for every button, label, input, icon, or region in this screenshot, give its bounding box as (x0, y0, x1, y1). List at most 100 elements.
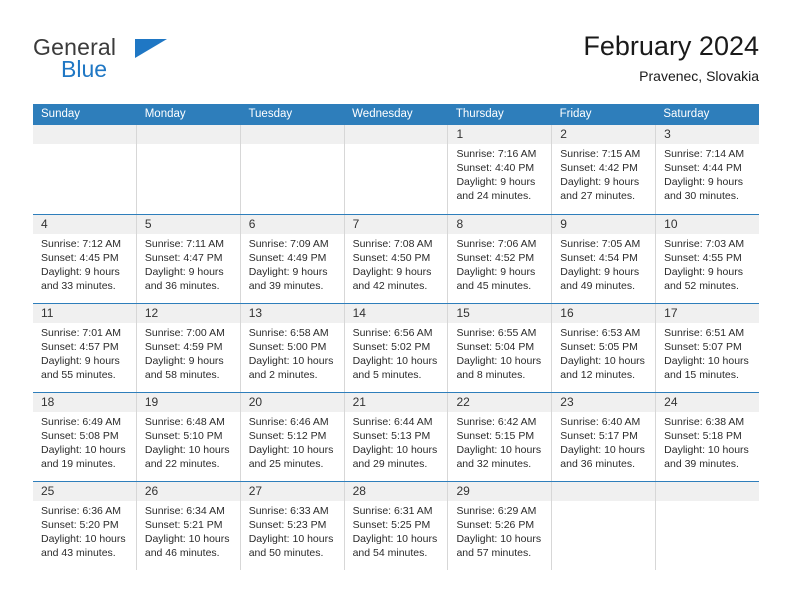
day-info: Sunrise: 6:51 AM Sunset: 5:07 PM Daylight:… (656, 323, 759, 382)
daylight-text-line1: Daylight: 10 hours (664, 444, 749, 456)
sunset-text: Sunset: 4:42 PM (560, 162, 638, 174)
weekday-header-wednesday: Wednesday (352, 108, 413, 120)
day-cell-28[interactable]: 28 Sunrise: 6:31 AM Sunset: 5:25 PM Dayligh… (344, 482, 449, 570)
sunset-text: Sunset: 4:40 PM (456, 162, 535, 174)
day-cell-27[interactable]: 27 Sunrise: 6:33 AM Sunset: 5:23 PM Dayligh… (240, 482, 345, 570)
day-cell-13[interactable]: 13 Sunrise: 6:58 AM Sunset: 5:00 PM Dayligh… (240, 304, 345, 392)
day-cell-15[interactable]: 15 Sunrise: 6:55 AM Sunset: 5:04 PM Dayligh… (448, 304, 553, 392)
sunset-text: Sunset: 5:20 PM (41, 519, 119, 531)
day-cell-8[interactable]: 8 Sunrise: 7:06 AM Sunset: 4:52 PM Daylight… (448, 215, 553, 303)
day-cell-12[interactable]: 12 Sunrise: 7:00 AM Sunset: 4:59 PM Dayligh… (136, 304, 241, 392)
daylight-text-line1: Daylight: 10 hours (352, 533, 438, 545)
daylight-text-line2: and 39 minutes. (664, 458, 739, 470)
daylight-text-line2: and 24 minutes. (456, 190, 532, 202)
day-number: 23 (560, 395, 574, 409)
daylight-text-line2: and 57 minutes. (456, 547, 532, 559)
daylight-text-line2: and 12 minutes. (560, 369, 636, 381)
day-cell-3[interactable]: 3 Sunrise: 7:14 AM Sunset: 4:44 PM Daylight… (656, 125, 760, 214)
day-number-band: 2 (552, 125, 656, 144)
day-number-band: 26 (136, 482, 240, 501)
day-cell-29[interactable]: 29 Sunrise: 6:29 AM Sunset: 5:26 PM Dayligh… (448, 482, 553, 570)
day-number-band: 23 (552, 393, 656, 412)
day-cell-empty (136, 125, 241, 214)
day-number-band: 22 (448, 393, 552, 412)
day-number: 21 (352, 395, 366, 409)
day-cell-1[interactable]: 1 Sunrise: 7:16 AM Sunset: 4:40 PM Daylight… (448, 125, 553, 214)
day-cell-25[interactable]: 25 Sunrise: 6:36 AM Sunset: 5:20 PM Dayligh… (33, 482, 137, 570)
day-number-band: 6 (240, 215, 344, 234)
day-number-band: 21 (344, 393, 448, 412)
daylight-text-line2: and 15 minutes. (664, 369, 739, 381)
day-cell-5[interactable]: 5 Sunrise: 7:11 AM Sunset: 4:47 PM Daylight… (136, 215, 241, 303)
sunrise-text: Sunrise: 7:06 AM (456, 238, 537, 250)
day-number: 5 (144, 217, 152, 231)
sunrise-text: Sunrise: 7:14 AM (664, 148, 745, 160)
day-cell-23[interactable]: 23 Sunrise: 6:40 AM Sunset: 5:17 PM Dayligh… (552, 393, 657, 481)
daylight-text-line1: Daylight: 9 hours (41, 355, 120, 367)
day-number: 10 (664, 217, 678, 231)
day-number-band: 27 (240, 482, 344, 501)
day-info: Sunrise: 6:56 AM Sunset: 5:02 PM Daylight:… (345, 323, 448, 382)
day-number: 4 (41, 217, 48, 231)
general-blue-logo[interactable]: General Blue (33, 34, 233, 90)
sunrise-text: Sunrise: 6:44 AM (352, 416, 433, 428)
day-cell-7[interactable]: 7 Sunrise: 7:08 AM Sunset: 4:50 PM Daylight… (344, 215, 449, 303)
day-cell-6[interactable]: 6 Sunrise: 7:09 AM Sunset: 4:49 PM Daylight… (240, 215, 345, 303)
day-info: Sunrise: 7:00 AM Sunset: 4:59 PM Daylight:… (137, 323, 240, 382)
daylight-text-line2: and 22 minutes. (144, 458, 220, 470)
sunrise-text: Sunrise: 6:31 AM (352, 505, 433, 517)
sunset-text: Sunset: 5:12 PM (248, 430, 327, 442)
day-cell-11[interactable]: 11 Sunrise: 7:01 AM Sunset: 4:57 PM Dayligh… (33, 304, 137, 392)
day-cell-16[interactable]: 16 Sunrise: 6:53 AM Sunset: 5:05 PM Dayligh… (552, 304, 657, 392)
day-info: Sunrise: 7:06 AM Sunset: 4:52 PM Daylight:… (448, 234, 551, 293)
daylight-text-line1: Daylight: 9 hours (248, 266, 328, 278)
day-cell-empty (240, 125, 345, 214)
sunrise-text: Sunrise: 7:00 AM (144, 327, 225, 339)
day-number-band (344, 125, 448, 144)
day-cell-2[interactable]: 2 Sunrise: 7:15 AM Sunset: 4:42 PM Daylight… (552, 125, 657, 214)
week-row: 1 Sunrise: 7:16 AM Sunset: 4:40 PM Daylight… (33, 125, 760, 214)
sunset-text: Sunset: 5:23 PM (248, 519, 327, 531)
day-cell-4[interactable]: 4 Sunrise: 7:12 AM Sunset: 4:45 PM Daylight… (33, 215, 137, 303)
daylight-text-line2: and 29 minutes. (352, 458, 428, 470)
day-cell-10[interactable]: 10 Sunrise: 7:03 AM Sunset: 4:55 PM Dayligh… (656, 215, 760, 303)
day-cell-19[interactable]: 19 Sunrise: 6:48 AM Sunset: 5:10 PM Dayligh… (136, 393, 241, 481)
daylight-text-line1: Daylight: 9 hours (664, 176, 743, 188)
day-number-band: 29 (448, 482, 552, 501)
day-cell-24[interactable]: 24 Sunrise: 6:38 AM Sunset: 5:18 PM Dayligh… (656, 393, 760, 481)
day-number: 12 (144, 306, 159, 320)
day-cell-20[interactable]: 20 Sunrise: 6:46 AM Sunset: 5:12 PM Dayligh… (240, 393, 345, 481)
daylight-text-line2: and 50 minutes. (248, 547, 324, 559)
daylight-text-line1: Daylight: 9 hours (144, 355, 224, 367)
day-number-band: 25 (33, 482, 136, 501)
day-number: 24 (664, 395, 678, 409)
daylight-text-line1: Daylight: 10 hours (560, 355, 645, 367)
sunset-text: Sunset: 5:18 PM (664, 430, 742, 442)
daylight-text-line2: and 2 minutes. (248, 369, 318, 381)
daylight-text-line1: Daylight: 10 hours (248, 444, 334, 456)
day-cell-26[interactable]: 26 Sunrise: 6:34 AM Sunset: 5:21 PM Dayligh… (136, 482, 241, 570)
week-row: 11 Sunrise: 7:01 AM Sunset: 4:57 PM Dayligh… (33, 303, 760, 392)
daylight-text-line2: and 27 minutes. (560, 190, 636, 202)
day-cell-21[interactable]: 21 Sunrise: 6:44 AM Sunset: 5:13 PM Dayligh… (344, 393, 449, 481)
day-number-band: 10 (656, 215, 760, 234)
day-cell-22[interactable]: 22 Sunrise: 6:42 AM Sunset: 5:15 PM Dayligh… (448, 393, 553, 481)
day-number-band: 1 (448, 125, 552, 144)
day-number: 7 (352, 217, 360, 231)
day-number: 15 (456, 306, 470, 320)
daylight-text-line2: and 36 minutes. (560, 458, 636, 470)
day-number: 9 (560, 217, 567, 231)
daylight-text-line2: and 45 minutes. (456, 280, 532, 292)
sunrise-text: Sunrise: 6:29 AM (456, 505, 537, 517)
sunset-text: Sunset: 4:50 PM (352, 252, 431, 264)
sunset-text: Sunset: 4:54 PM (560, 252, 638, 264)
sunrise-text: Sunrise: 6:40 AM (560, 416, 641, 428)
day-number: 16 (560, 306, 574, 320)
day-cell-9[interactable]: 9 Sunrise: 7:05 AM Sunset: 4:54 PM Daylight… (552, 215, 657, 303)
day-number-band: 12 (136, 304, 240, 323)
daylight-text-line2: and 46 minutes. (144, 547, 220, 559)
day-cell-14[interactable]: 14 Sunrise: 6:56 AM Sunset: 5:02 PM Dayligh… (344, 304, 449, 392)
day-cell-17[interactable]: 17 Sunrise: 6:51 AM Sunset: 5:07 PM Dayligh… (656, 304, 760, 392)
sunrise-text: Sunrise: 6:56 AM (352, 327, 433, 339)
day-cell-18[interactable]: 18 Sunrise: 6:49 AM Sunset: 5:08 PM Dayligh… (33, 393, 137, 481)
